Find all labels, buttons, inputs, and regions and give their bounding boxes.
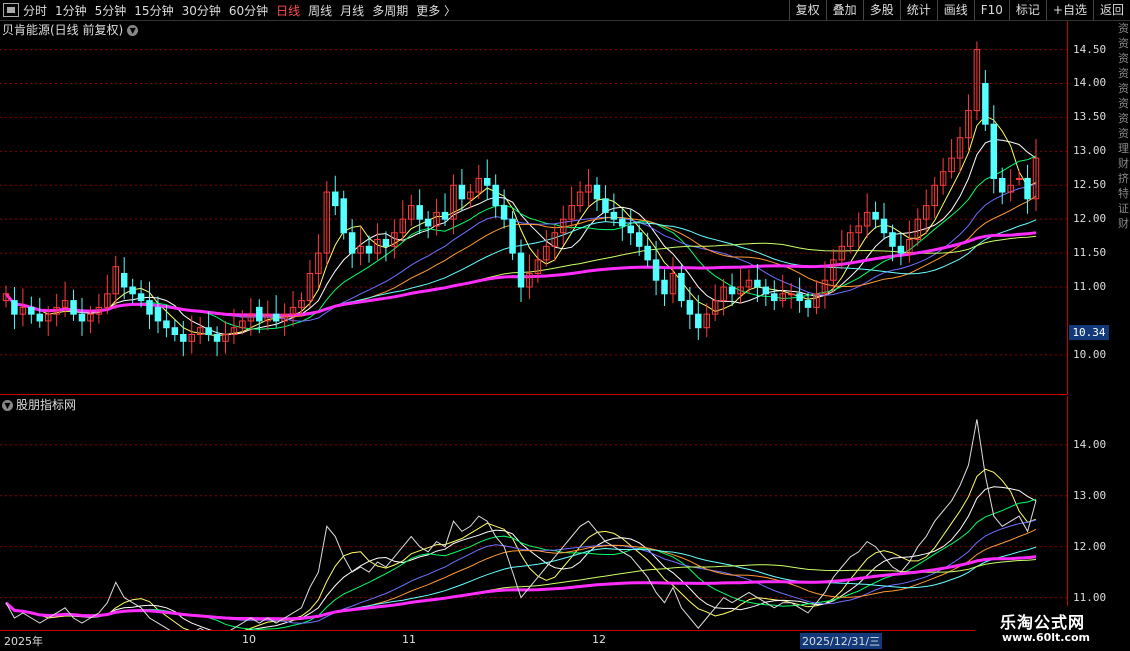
period-tab[interactable]: 5分钟 xyxy=(95,2,127,19)
date-label: 2025年 xyxy=(4,635,43,648)
draw-line-button[interactable]: 画线 xyxy=(936,0,974,20)
stock-title: 贝肯能源(日线 前复权) xyxy=(2,23,124,37)
period-tab[interactable]: 月线 xyxy=(340,2,364,19)
period-tab[interactable]: 周线 xyxy=(308,2,332,19)
sub-panel-title[interactable]: ▼ 股朋指标网 xyxy=(2,396,76,413)
period-tab[interactable]: 30分钟 xyxy=(182,2,221,19)
kline-panel[interactable]: 贝肯能源(日线 前复权) ▼ xyxy=(0,21,1068,395)
stats-button[interactable]: 统计 xyxy=(899,0,937,20)
mark-button[interactable]: 标记 xyxy=(1008,0,1046,20)
fuquan-button[interactable]: 复权 xyxy=(788,0,826,20)
y-tick-label: 12.00 xyxy=(1073,212,1107,226)
period-tab-active[interactable]: 日线 xyxy=(276,2,300,19)
period-tab[interactable]: 分时 xyxy=(23,2,47,19)
y-tick-label: 14.00 xyxy=(1073,437,1107,451)
tool-buttons: 复权 叠加 多股 统计 画线 F10 标记 +自选 返回 xyxy=(788,0,1130,20)
y-tick-label: 14.50 xyxy=(1073,42,1107,56)
period-tab[interactable]: 多周期 xyxy=(372,2,408,19)
y-tick-label: 14.00 xyxy=(1073,76,1107,90)
indicator-title: 股朋指标网 xyxy=(16,398,77,412)
main-panel-title[interactable]: 贝肯能源(日线 前复权) ▼ xyxy=(2,21,139,38)
date-label: 11 xyxy=(402,633,416,646)
y-tick-label: 11.00 xyxy=(1073,590,1107,604)
back-button[interactable]: 返回 xyxy=(1092,0,1130,20)
chevron-down-icon[interactable]: ▼ xyxy=(127,25,139,36)
y-tick-label: 12.50 xyxy=(1073,178,1107,192)
watermark-url: www.60lt.com xyxy=(1002,631,1091,644)
chevron-down-icon[interactable]: ▼ xyxy=(2,400,13,411)
y-tick-label: 12.00 xyxy=(1073,539,1107,553)
y-tick-label: 11.00 xyxy=(1073,280,1107,294)
last-price-tag: 10.34 xyxy=(1069,324,1109,340)
indicator-panel[interactable]: ▼ 股朋指标网 xyxy=(0,396,1068,630)
more-periods-button[interactable]: 更多 〉 xyxy=(416,2,456,19)
y-tick-label: 10.00 xyxy=(1073,347,1107,361)
multi-stock-button[interactable]: 多股 xyxy=(862,0,900,20)
y-tick-label: 13.00 xyxy=(1073,488,1107,502)
period-toolbar: 分时 1分钟 5分钟 15分钟 30分钟 60分钟 日线 周线 月线 多周期 更… xyxy=(0,0,1130,21)
y-tick-label: 13.50 xyxy=(1073,110,1107,124)
selected-date: 2025/12/31/三 xyxy=(800,633,883,649)
period-tab[interactable]: 60分钟 xyxy=(229,2,268,19)
side-info-text: 资资资资资资资资 理财 挤 特 证 财 xyxy=(1118,22,1129,230)
date-label: 12 xyxy=(592,633,606,646)
y-tick-label: 13.00 xyxy=(1073,144,1107,158)
y-tick-label: 11.50 xyxy=(1073,246,1107,260)
watermark-name: 乐淘公式网 xyxy=(1000,613,1086,632)
date-axis: 2025年 10 11 12 2025/12/31/三 xyxy=(0,630,1068,651)
add-watchlist-button[interactable]: +自选 xyxy=(1045,0,1093,20)
period-tab[interactable]: 15分钟 xyxy=(134,2,173,19)
date-label: 10 xyxy=(242,633,256,646)
menu-icon[interactable] xyxy=(3,3,19,17)
period-tab[interactable]: 1分钟 xyxy=(55,2,87,19)
f10-button[interactable]: F10 xyxy=(973,0,1009,20)
overlay-button[interactable]: 叠加 xyxy=(825,0,863,20)
